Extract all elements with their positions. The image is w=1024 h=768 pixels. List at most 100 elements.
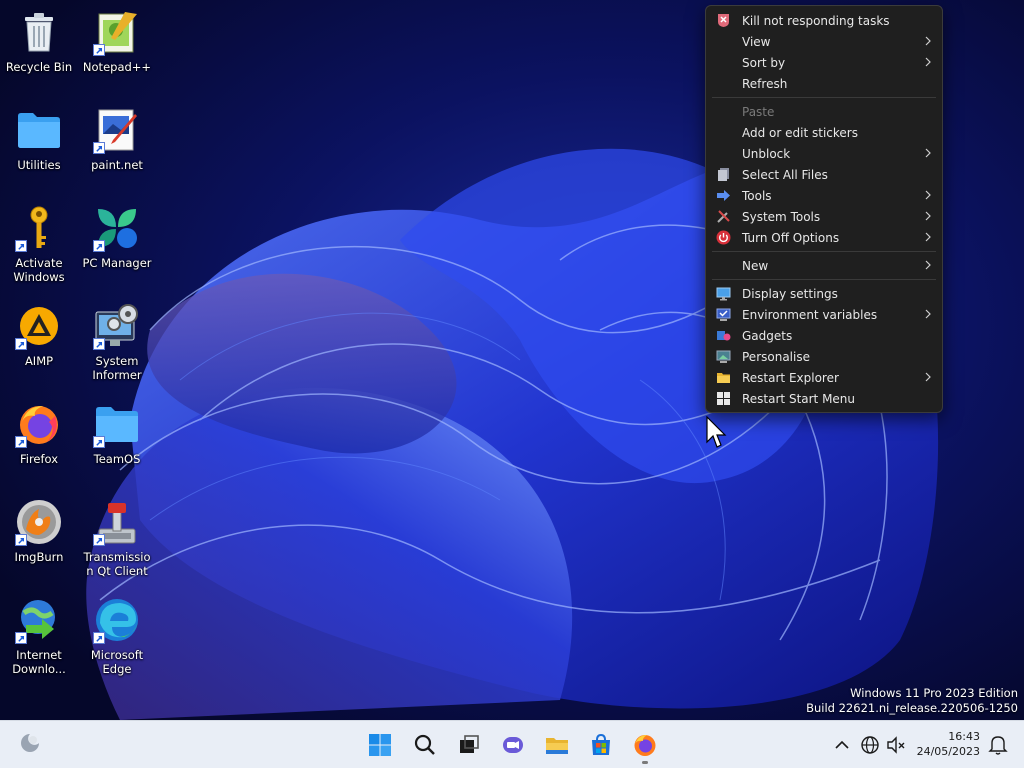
chevron-right-icon <box>925 190 931 200</box>
menu-item-label: Personalise <box>742 349 810 364</box>
file-explorer-icon <box>546 738 568 754</box>
desktop-icon-label: System Informer <box>92 354 142 382</box>
task-view-button[interactable] <box>453 729 485 761</box>
shortcut-arrow-icon <box>15 240 27 252</box>
menu-item-label: New <box>742 258 769 273</box>
chat-button[interactable] <box>497 729 529 761</box>
menu-item-restart-explorer[interactable]: Restart Explorer <box>706 367 942 388</box>
desktop-icon-system-informer[interactable]: System Informer <box>80 302 154 382</box>
microsoft-store-button[interactable] <box>585 729 617 761</box>
store-icon <box>592 733 610 755</box>
desktop-icon-recycle-bin[interactable]: Recycle Bin <box>2 8 76 74</box>
pc-manager-icon <box>93 204 141 252</box>
menu-item-personalise[interactable]: Personalise <box>706 346 942 367</box>
menu-item-new[interactable]: New <box>706 255 942 276</box>
key-icon <box>15 204 63 252</box>
menu-item-label: Gadgets <box>742 328 793 343</box>
menu-item-label: Tools <box>742 188 772 203</box>
menu-item-restart-start-menu[interactable]: Restart Start Menu <box>706 388 942 409</box>
desktop-icon-activate-windows[interactable]: Activate Windows <box>2 204 76 284</box>
watermark-edition: Windows 11 Pro 2023 Edition <box>850 686 1018 700</box>
desktop-icon-paint-net[interactable]: paint.net <box>80 106 154 172</box>
shortcut-arrow-icon <box>93 534 105 546</box>
menu-item-view[interactable]: View <box>706 31 942 52</box>
shortcut-arrow-icon <box>15 534 27 546</box>
desktop-icon-notepad-plus-plus[interactable]: Notepad++ <box>80 8 154 74</box>
desktop-icon-transmission[interactable]: Transmission Qt Client <box>80 498 154 578</box>
desktop-icon-firefox[interactable]: Firefox <box>2 400 76 466</box>
widgets-icon <box>21 734 39 752</box>
taskbar-clock[interactable]: 16:43 24/05/2023 <box>917 729 980 759</box>
start-button[interactable] <box>364 729 396 761</box>
notification-bell-icon <box>988 736 1008 755</box>
tools-arrow-icon <box>717 190 730 201</box>
volume-button[interactable] <box>880 729 912 761</box>
widgets-button[interactable] <box>14 727 46 759</box>
imgburn-disc-icon <box>15 498 63 546</box>
menu-item-label: Restart Start Menu <box>742 391 856 406</box>
desktop-icon-label: Utilities <box>17 158 61 172</box>
shortcut-arrow-icon <box>93 240 105 252</box>
desktop-icon-imgburn[interactable]: ImgBurn <box>2 498 76 564</box>
desktop-icon-microsoft-edge[interactable]: Microsoft Edge <box>80 596 154 676</box>
menu-item-unblock[interactable]: Unblock <box>706 143 942 164</box>
clock-date: 24/05/2023 <box>916 745 980 758</box>
firefox-taskbar-button[interactable] <box>629 729 661 764</box>
menu-item-tools[interactable]: Tools <box>706 185 942 206</box>
gadgets-icon <box>717 331 731 341</box>
file-explorer-button[interactable] <box>541 729 573 761</box>
menu-item-kill-not-responding-tasks[interactable]: Kill not responding tasks <box>706 10 942 31</box>
menu-item-select-all-files[interactable]: Select All Files <box>706 164 942 185</box>
recycle-bin-icon <box>15 8 63 56</box>
shortcut-arrow-icon <box>93 44 105 56</box>
clock-time: 16:43 <box>948 730 980 743</box>
desktop-icon-utilities[interactable]: Utilities <box>2 106 76 172</box>
folder-icon <box>93 400 141 448</box>
windows-logo-icon <box>717 392 730 405</box>
menu-item-paste: Paste <box>706 101 942 122</box>
desktop-icon-label: ImgBurn <box>14 550 64 564</box>
paint-net-icon <box>93 106 141 154</box>
search-button[interactable] <box>409 729 441 761</box>
menu-item-gadgets[interactable]: Gadgets <box>706 325 942 346</box>
chevron-right-icon <box>925 36 931 46</box>
desktop-icon-internet-download-manager[interactable]: Internet Downlo... <box>2 596 76 676</box>
menu-item-environment-variables[interactable]: Environment variables <box>706 304 942 325</box>
menu-item-turn-off-options[interactable]: Turn Off Options <box>706 227 942 248</box>
windows-edition-watermark: Windows 11 Pro 2023 Edition Build 22621.… <box>806 686 1018 716</box>
chevron-right-icon <box>925 260 931 270</box>
menu-item-sort-by[interactable]: Sort by <box>706 52 942 73</box>
menu-item-label: Paste <box>742 104 775 119</box>
menu-item-label: Turn Off Options <box>742 230 840 245</box>
desktop-icon-label: Microsoft Edge <box>90 648 144 676</box>
desktop-icon-teamos[interactable]: TeamOS <box>80 400 154 466</box>
firefox-icon <box>15 400 63 448</box>
chevron-right-icon <box>925 211 931 221</box>
chat-icon <box>503 737 523 753</box>
search-icon <box>414 734 435 755</box>
menu-item-label: Sort by <box>742 55 786 70</box>
shortcut-arrow-icon <box>93 436 105 448</box>
notifications-button[interactable] <box>982 729 1014 761</box>
chevron-right-icon <box>925 232 931 242</box>
edge-icon <box>93 596 141 644</box>
power-icon <box>716 230 731 245</box>
menu-item-label: Select All Files <box>742 167 828 182</box>
select-all-icon <box>718 168 729 181</box>
shortcut-arrow-icon <box>93 338 105 350</box>
desktop-icon-label: AIMP <box>24 354 54 368</box>
menu-item-add-or-edit-stickers[interactable]: Add or edit stickers <box>706 122 942 143</box>
windows-start-icon <box>369 734 391 756</box>
shortcut-arrow-icon <box>15 338 27 350</box>
menu-item-system-tools[interactable]: System Tools <box>706 206 942 227</box>
desktop-icon-label: Recycle Bin <box>5 60 73 74</box>
menu-item-display-settings[interactable]: Display settings <box>706 283 942 304</box>
desktop-icon-pc-manager[interactable]: PC Manager <box>80 204 154 270</box>
desktop-icon-aimp[interactable]: AIMP <box>2 302 76 368</box>
menu-item-refresh[interactable]: Refresh <box>706 73 942 94</box>
desktop-icon-label: Notepad++ <box>82 60 152 74</box>
shortcut-arrow-icon <box>15 436 27 448</box>
shortcut-arrow-icon <box>15 632 27 644</box>
menu-separator <box>712 279 936 280</box>
menu-separator <box>712 97 936 98</box>
